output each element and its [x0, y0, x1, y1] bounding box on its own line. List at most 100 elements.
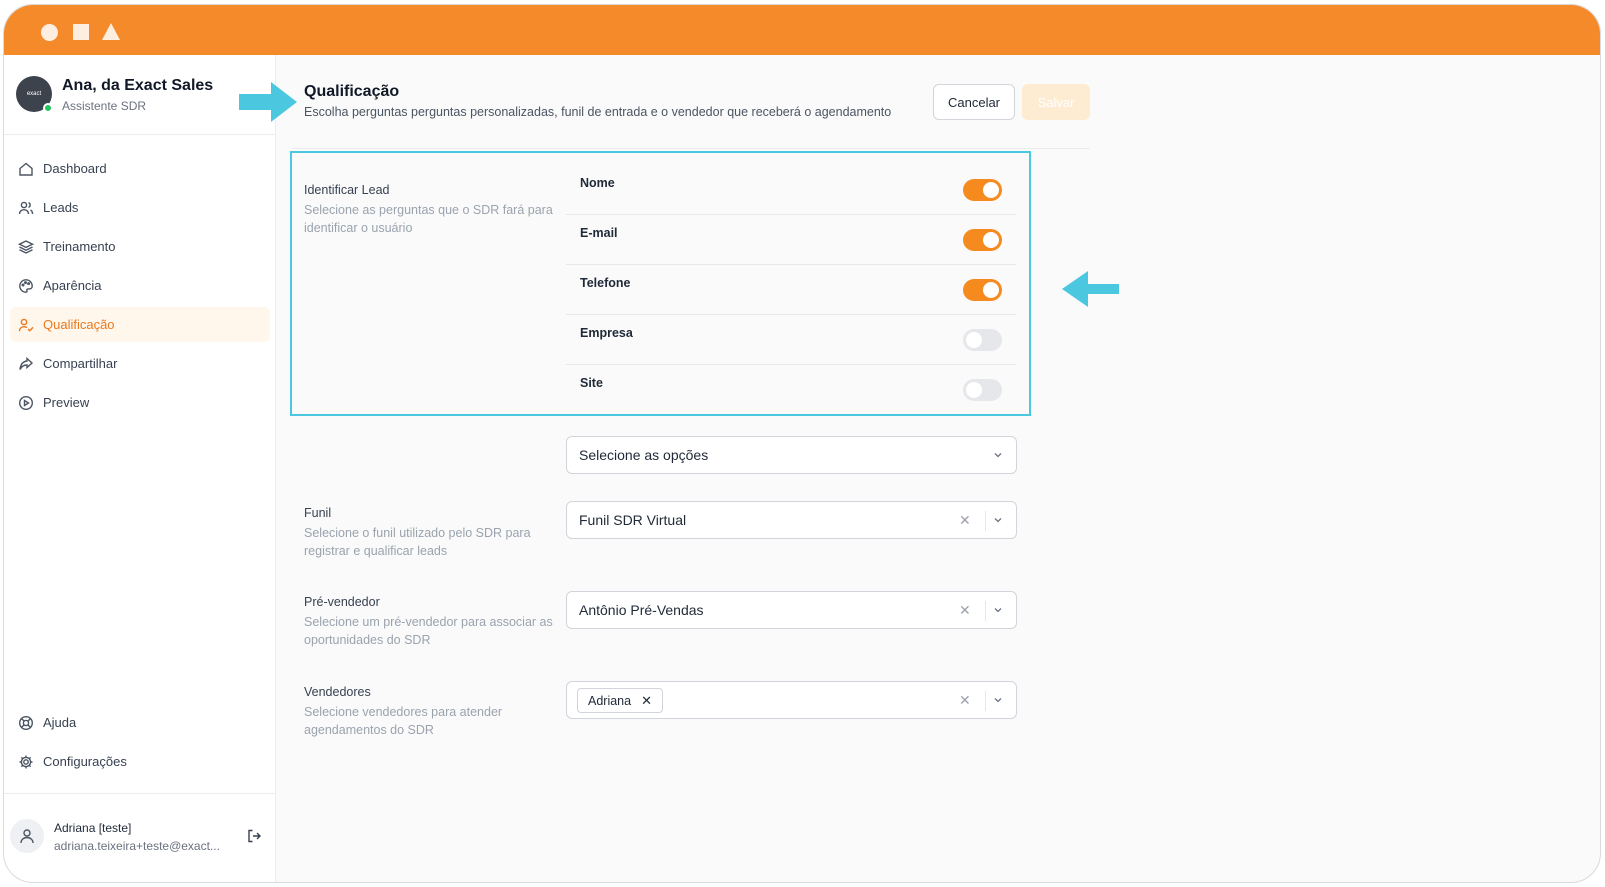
pre-vendedor-select-value: Antônio Pré-Vendas: [579, 602, 704, 618]
select-separator: [985, 691, 986, 711]
page-title: Qualificação: [304, 83, 400, 100]
toggle-label: Site: [580, 376, 603, 390]
toggle-row-empresa: Empresa: [566, 315, 1016, 365]
toggle-label: Telefone: [580, 276, 631, 290]
toggle-row-site: Site: [566, 365, 1016, 415]
selected-vendedor-chip: Adriana ✕: [577, 688, 663, 713]
window-circle-icon[interactable]: [41, 24, 58, 41]
sidebar-item-label: Leads: [43, 200, 79, 215]
sidebar-nav: Dashboard Leads Treinamento Aparência Qu…: [4, 151, 276, 424]
sidebar-item-label: Compartilhar: [43, 356, 118, 371]
user-name: Adriana [teste]: [54, 821, 132, 835]
toggle-site[interactable]: [963, 379, 1002, 401]
sidebar-item-label: Ajuda: [43, 715, 77, 730]
online-status-dot: [43, 103, 53, 113]
toggle-empresa[interactable]: [963, 329, 1002, 351]
window-triangle-icon[interactable]: [102, 23, 120, 40]
sidebar-item-compartilhar[interactable]: Compartilhar: [10, 346, 270, 381]
sidebar-item-configuracoes[interactable]: Configurações: [10, 744, 270, 779]
toggle-row-email: E-mail: [566, 215, 1016, 265]
toggle-telefone[interactable]: [963, 279, 1002, 301]
toggle-nome[interactable]: [963, 179, 1002, 201]
sidebar-item-ajuda[interactable]: Ajuda: [10, 705, 270, 740]
window-square-icon[interactable]: [73, 24, 89, 40]
header-divider: [292, 148, 1090, 149]
options-select[interactable]: Selecione as opções: [566, 436, 1017, 474]
chevron-down-icon[interactable]: [992, 604, 1004, 616]
clear-icon[interactable]: ✕: [959, 602, 971, 619]
funil-select-value: Funil SDR Virtual: [579, 512, 687, 528]
cancel-button[interactable]: Cancelar: [933, 84, 1015, 120]
palette-icon: [17, 277, 35, 295]
gear-icon: [17, 753, 35, 771]
funil-select[interactable]: Funil SDR Virtual ✕: [566, 501, 1017, 539]
funil-description: Selecione o funil utilizado pelo SDR par…: [304, 526, 531, 558]
sidebar-bottom-nav: Ajuda Configurações: [4, 705, 276, 783]
clear-icon[interactable]: ✕: [959, 512, 971, 529]
toggle-label: Nome: [580, 176, 615, 190]
select-separator: [985, 511, 986, 531]
toggle-knob: [983, 182, 999, 198]
toggle-knob: [983, 232, 999, 248]
toggle-label: E-mail: [580, 226, 618, 240]
sidebar-item-preview[interactable]: Preview: [10, 385, 270, 420]
vendedores-label: Vendedores: [304, 685, 371, 699]
sidebar-item-treinamento[interactable]: Treinamento: [10, 229, 270, 264]
pre-vendedor-label: Pré-vendedor: [304, 595, 380, 609]
toggle-email[interactable]: [963, 229, 1002, 251]
lifebuoy-icon: [17, 714, 35, 732]
sidebar-item-label: Aparência: [43, 278, 102, 293]
toggle-label: Empresa: [580, 326, 633, 340]
chevron-down-icon[interactable]: [992, 694, 1004, 706]
play-circle-icon: [17, 394, 35, 412]
vendedores-select[interactable]: Adriana ✕ ✕: [566, 681, 1017, 719]
sidebar-item-label: Qualificação: [43, 317, 115, 332]
vendedores-description: Selecione vendedores para atender agenda…: [304, 705, 503, 737]
toggle-knob: [966, 332, 982, 348]
sidebar-item-label: Preview: [43, 395, 90, 410]
user-check-icon: [17, 316, 35, 334]
remove-chip-icon[interactable]: ✕: [641, 693, 652, 709]
select-separator: [985, 601, 986, 621]
sidebar-item-label: Configurações: [43, 754, 127, 769]
options-select-placeholder: Selecione as opções: [579, 447, 709, 463]
app-window: exact Ana, da Exact Sales Assistente SDR…: [3, 4, 1601, 883]
toggle-knob: [983, 282, 999, 298]
sidebar-item-label: Dashboard: [43, 161, 107, 176]
chip-label: Adriana: [588, 693, 632, 708]
users-icon: [17, 199, 35, 217]
pre-vendedor-select[interactable]: Antônio Pré-Vendas ✕: [566, 591, 1017, 629]
identify-lead-description: Selecione as perguntas que o SDR fará pa…: [304, 203, 553, 235]
title-bar: [4, 5, 1600, 55]
clear-icon[interactable]: ✕: [959, 692, 971, 709]
identify-lead-label: Identificar Lead: [304, 183, 390, 197]
sidebar-item-label: Treinamento: [43, 239, 116, 254]
avatar-logo-text: exact: [26, 91, 42, 97]
share-icon: [17, 355, 35, 373]
toggle-row-telefone: Telefone: [566, 265, 1016, 315]
sidebar: exact Ana, da Exact Sales Assistente SDR…: [4, 55, 276, 882]
sidebar-item-aparencia[interactable]: Aparência: [10, 268, 270, 303]
pre-vendedor-description: Selecione um pré-vendedor para associar …: [304, 615, 553, 647]
logout-icon[interactable]: [246, 828, 262, 844]
annotation-arrow-left-icon: [1062, 271, 1119, 307]
toggle-knob: [966, 382, 982, 398]
sidebar-item-dashboard[interactable]: Dashboard: [10, 151, 270, 186]
page-subtitle: Escolha perguntas perguntas personalizad…: [304, 105, 892, 119]
toggle-row-nome: Nome: [566, 165, 1016, 215]
home-icon: [17, 160, 35, 178]
main-content: Qualificação Escolha perguntas perguntas…: [276, 55, 1600, 882]
chevron-down-icon[interactable]: [992, 449, 1004, 461]
chevron-down-icon[interactable]: [992, 514, 1004, 526]
sidebar-item-qualificacao[interactable]: Qualificação: [10, 307, 270, 342]
current-user: Adriana [teste] adriana.teixeira+teste@e…: [4, 793, 276, 882]
user-email: adriana.teixeira+teste@exact...: [54, 839, 220, 853]
save-button[interactable]: Salvar: [1022, 84, 1090, 120]
layers-icon: [17, 238, 35, 256]
assistant-role: Assistente SDR: [62, 99, 147, 113]
assistant-name: Ana, da Exact Sales: [62, 77, 214, 94]
sidebar-item-leads[interactable]: Leads: [10, 190, 270, 225]
user-avatar-icon[interactable]: [10, 819, 44, 853]
annotation-arrow-right-icon: [239, 82, 297, 122]
assistant-profile[interactable]: exact Ana, da Exact Sales Assistente SDR: [4, 55, 276, 135]
